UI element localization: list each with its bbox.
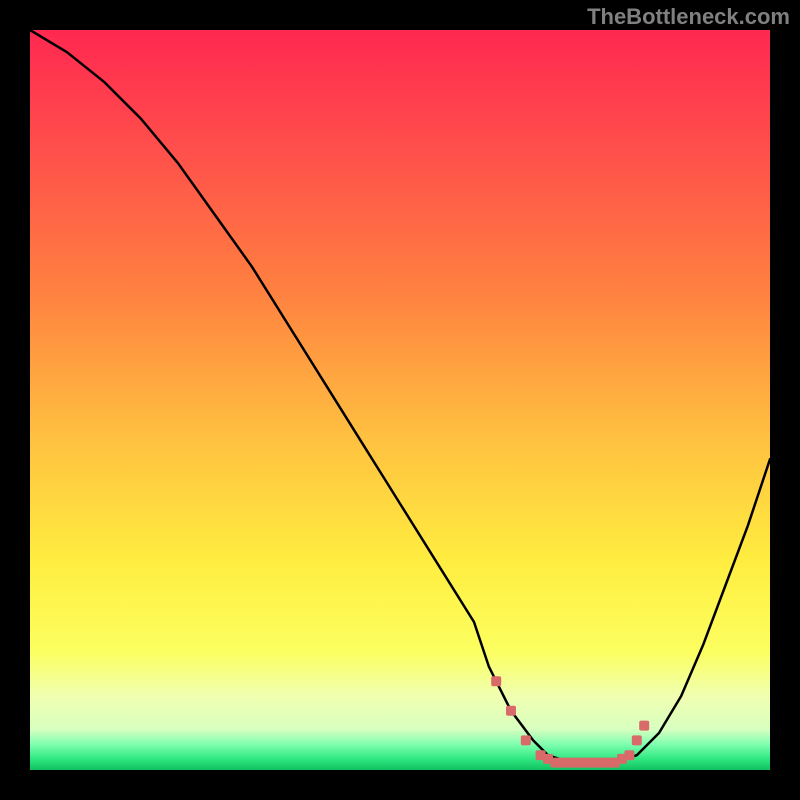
watermark-label: TheBottleneck.com bbox=[587, 4, 790, 30]
optimal-zone-markers bbox=[30, 30, 770, 770]
chart-plot-area bbox=[30, 30, 770, 770]
